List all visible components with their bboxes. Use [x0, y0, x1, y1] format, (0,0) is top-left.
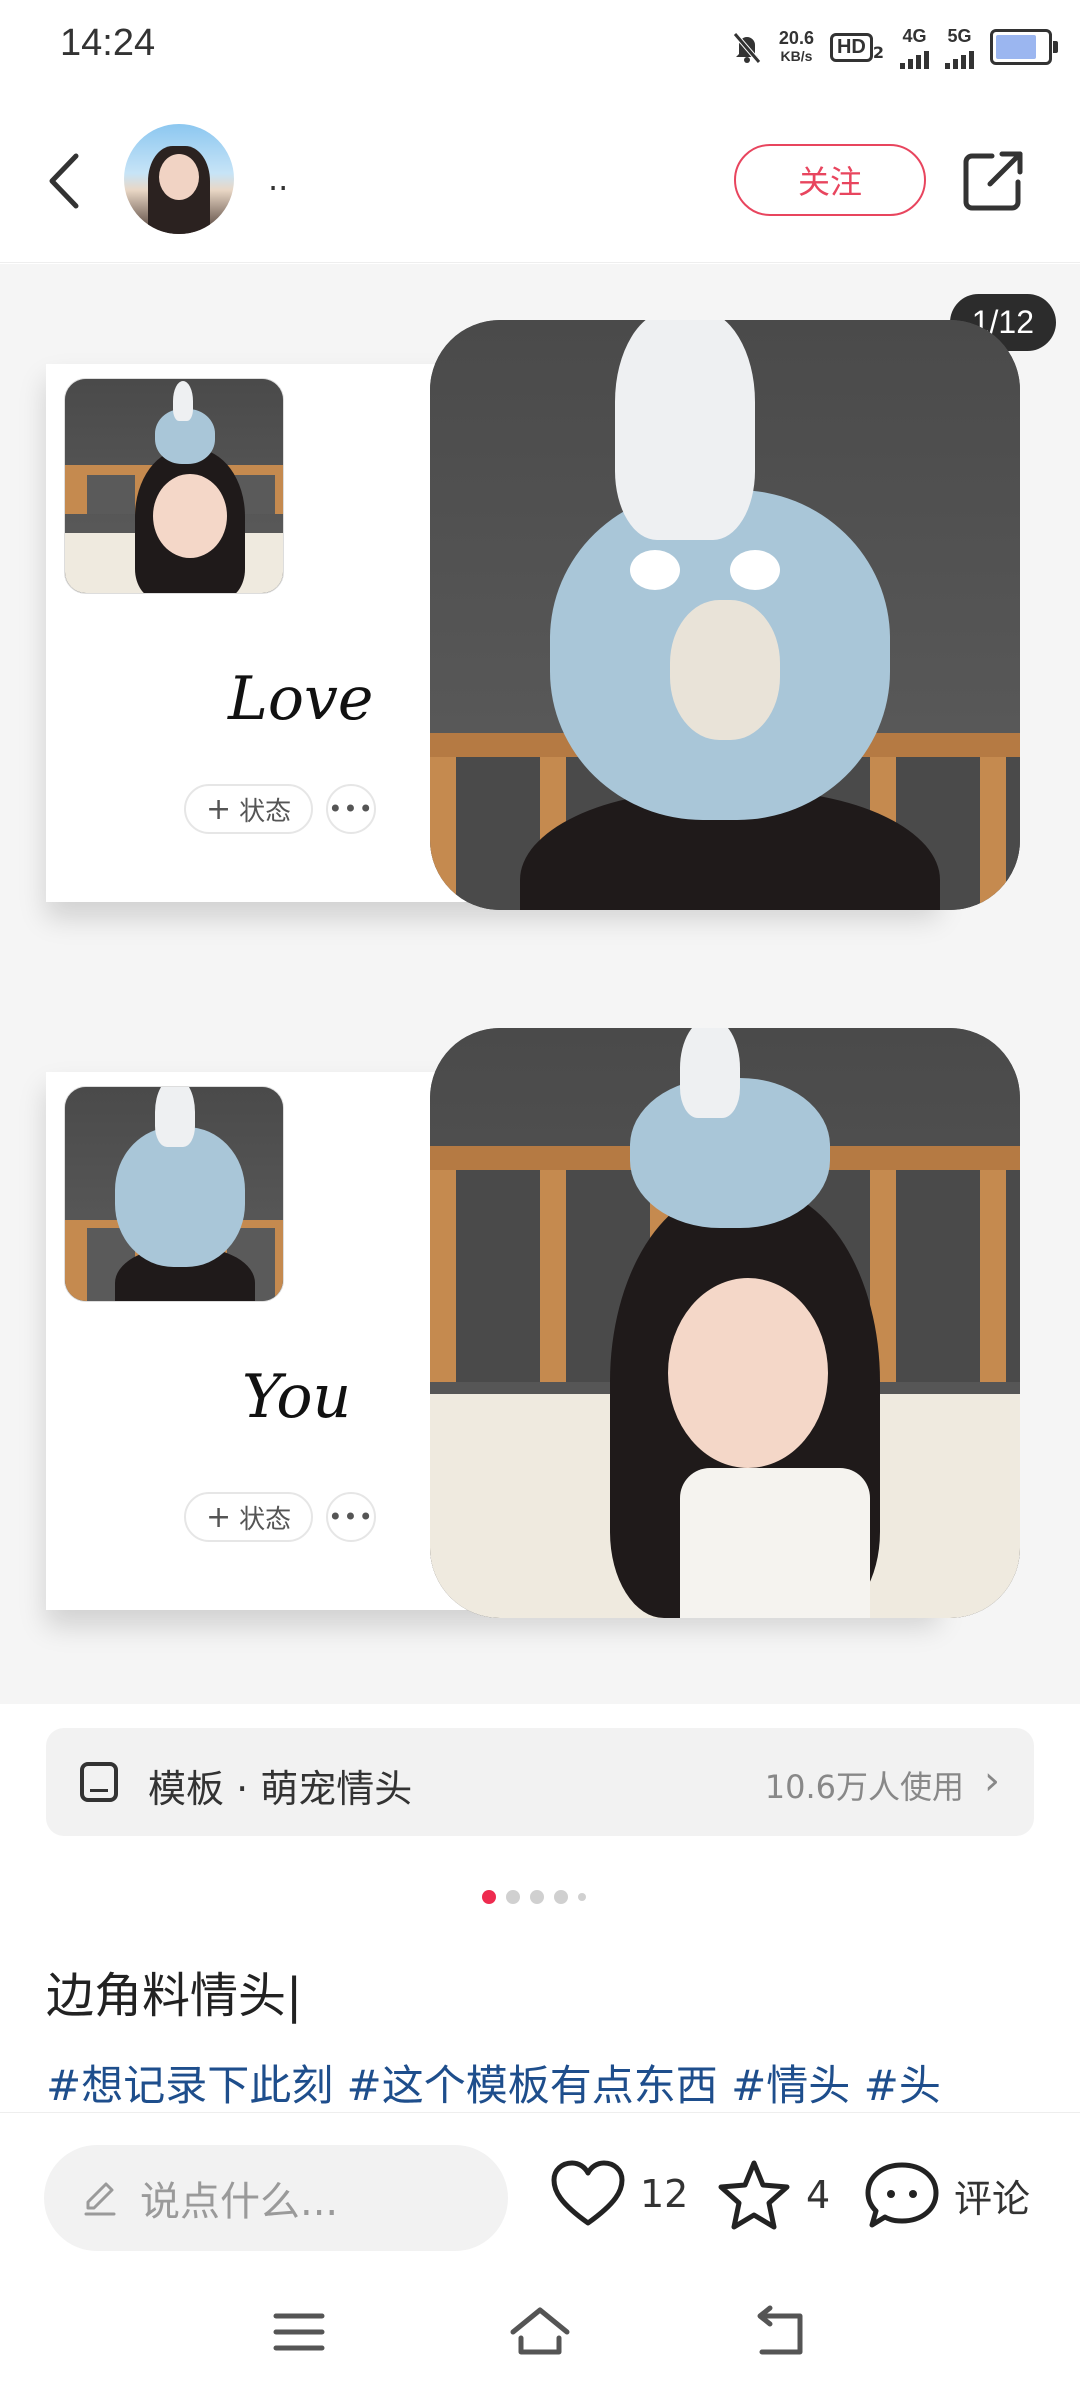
home-icon[interactable] [505, 2302, 575, 2362]
add-status-button[interactable]: + 状态 [184, 784, 314, 834]
battery-icon [990, 29, 1058, 65]
main-photo[interactable] [430, 1028, 1020, 1618]
pager-dot [482, 1890, 496, 1904]
comment-bubble-icon [865, 2162, 939, 2228]
system-nav-bar [0, 2262, 1080, 2404]
hd-badge: HD [829, 32, 873, 62]
comment-input[interactable]: 说点什么... [44, 2145, 508, 2251]
template-card-you: You + 状态 ••• [46, 1028, 1020, 1618]
avatar[interactable] [124, 124, 234, 234]
signal-bars-icon [900, 47, 929, 69]
like-count: 12 [640, 2172, 689, 2216]
net-speed-unit: KB/s [780, 48, 813, 64]
signal-5g-label: 5G [947, 25, 972, 46]
status-time: 14:24 [60, 22, 156, 64]
heart-icon [551, 2160, 625, 2226]
status-icons: 20.6 KB/s HD 2 4G 5G [731, 22, 1058, 72]
comment-button[interactable]: 评论 [864, 2159, 1030, 2231]
chevron-right-icon: › [984, 1758, 1000, 1804]
bottom-action-bar: 说点什么... 12 4 评论 [0, 2112, 1080, 2263]
add-status-button[interactable]: + 状态 [184, 1492, 314, 1542]
card-script-text: You [242, 1362, 352, 1432]
pencil-icon [84, 2182, 116, 2216]
mute-bell-icon [733, 32, 761, 64]
plus-icon: + [206, 791, 232, 827]
card-script-text: Love [228, 664, 374, 734]
pager-dot [530, 1890, 544, 1904]
favorite-button[interactable]: 4 [716, 2159, 830, 2231]
signal-4g: 4G [900, 26, 929, 69]
post-title: 边角料情头| [46, 1968, 303, 2024]
signal-5g: 5G [945, 26, 974, 69]
status-chip-label: 状态 [239, 1504, 292, 1535]
post-tags[interactable]: #想记录下此刻 #这个模板有点东西 #情头 #头 [46, 2052, 1046, 2113]
back-arrow-icon[interactable] [36, 146, 96, 216]
status-bar: 14:24 20.6 KB/s HD 2 4G 5G [0, 0, 1080, 96]
template-label: 模板 · 萌宠情头 [148, 1767, 413, 1811]
status-chip-label: 状态 [239, 796, 292, 827]
share-icon[interactable] [958, 146, 1028, 216]
net-speed: 20.6 KB/s [779, 29, 814, 65]
comment-label: 评论 [954, 2176, 1031, 2221]
username[interactable]: .. [268, 160, 288, 198]
pager-dot [554, 1890, 568, 1904]
thumbnail-photo[interactable] [64, 378, 284, 594]
pager-dot [578, 1893, 586, 1901]
more-button[interactable]: ••• [326, 1492, 376, 1542]
favorite-count: 4 [806, 2173, 831, 2217]
main-photo[interactable] [430, 320, 1020, 910]
template-info-bar[interactable]: 模板 · 萌宠情头 10.6万人使用 › [46, 1728, 1034, 1836]
hd-sub: 2 [872, 42, 884, 62]
signal-4g-label: 4G [902, 25, 927, 46]
hd-indicator: HD 2 [829, 32, 884, 62]
post-header: .. 关注 [0, 100, 1080, 263]
pager-dots [482, 1890, 586, 1904]
template-usage-count: 10.6万人使用 [764, 1768, 964, 1806]
comment-placeholder: 说点什么... [140, 2179, 339, 2225]
follow-button[interactable]: 关注 [734, 144, 926, 216]
photo-gallery[interactable]: 1/12 Love + 状态 ••• [0, 264, 1080, 1704]
net-speed-value: 20.6 [778, 28, 814, 48]
pager-dot [506, 1890, 520, 1904]
menu-icon[interactable] [264, 2302, 334, 2362]
like-button[interactable]: 12 [550, 2159, 688, 2229]
back-nav-icon[interactable] [746, 2302, 816, 2362]
template-card-love: Love + 状态 ••• [46, 320, 1020, 910]
signal-bars-icon [945, 47, 974, 69]
template-icon [80, 1762, 118, 1802]
more-button[interactable]: ••• [326, 784, 376, 834]
plus-icon: + [206, 1499, 232, 1535]
star-icon [718, 2160, 790, 2230]
thumbnail-photo[interactable] [64, 1086, 284, 1302]
